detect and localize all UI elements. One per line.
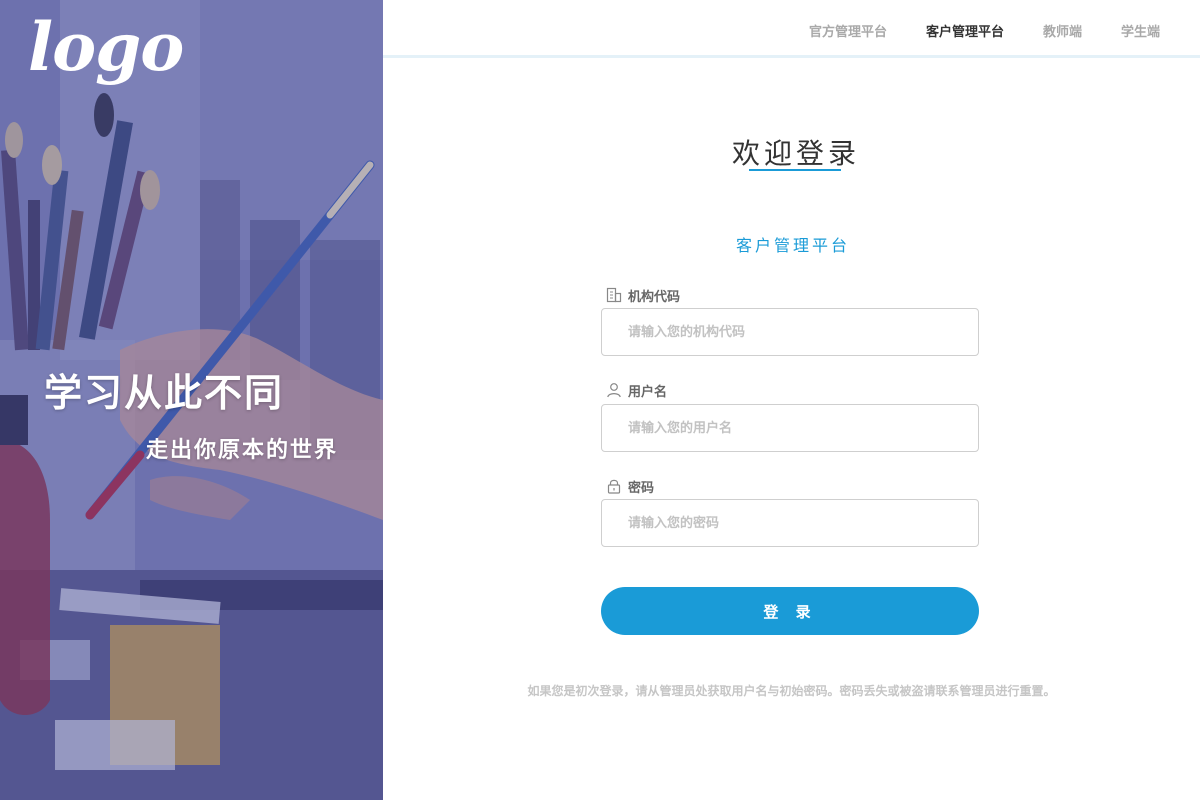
org-code-input[interactable]	[601, 308, 979, 356]
password-input[interactable]	[601, 499, 979, 547]
nav-student[interactable]: 学生端	[1121, 21, 1160, 40]
nav-client-platform[interactable]: 客户管理平台	[926, 21, 1004, 40]
username-label: 用户名	[606, 381, 668, 400]
password-label: 密码	[606, 477, 655, 496]
password-label-text: 密码	[628, 480, 655, 496]
title-underline	[749, 169, 841, 171]
welcome-title: 欢迎登录	[732, 137, 861, 170]
platform-label: 客户管理平台	[736, 236, 851, 255]
org-code-label: 机构代码	[606, 286, 681, 305]
nav-official-platform[interactable]: 官方管理平台	[809, 21, 887, 40]
building-icon	[606, 287, 622, 303]
lock-icon	[607, 479, 621, 494]
logo: logo	[28, 8, 184, 86]
top-nav: 官方管理平台 客户管理平台 教师端 学生端	[383, 0, 1200, 58]
hero-panel: logo 学习从此不同 走出你原本的世界	[0, 0, 383, 800]
hero-subtitle: 走出你原本的世界	[146, 438, 339, 463]
username-input[interactable]	[601, 404, 979, 452]
org-code-label-text: 机构代码	[628, 289, 681, 305]
hero-title: 学习从此不同	[44, 371, 285, 415]
login-hint: 如果您是初次登录，请从管理员处获取用户名与初始密码。密码丢失或被盗请联系管理员进…	[527, 684, 1056, 698]
user-icon	[607, 383, 621, 398]
login-button[interactable]: 登 录	[601, 587, 979, 635]
nav-teacher[interactable]: 教师端	[1043, 21, 1082, 40]
username-label-text: 用户名	[628, 384, 668, 400]
